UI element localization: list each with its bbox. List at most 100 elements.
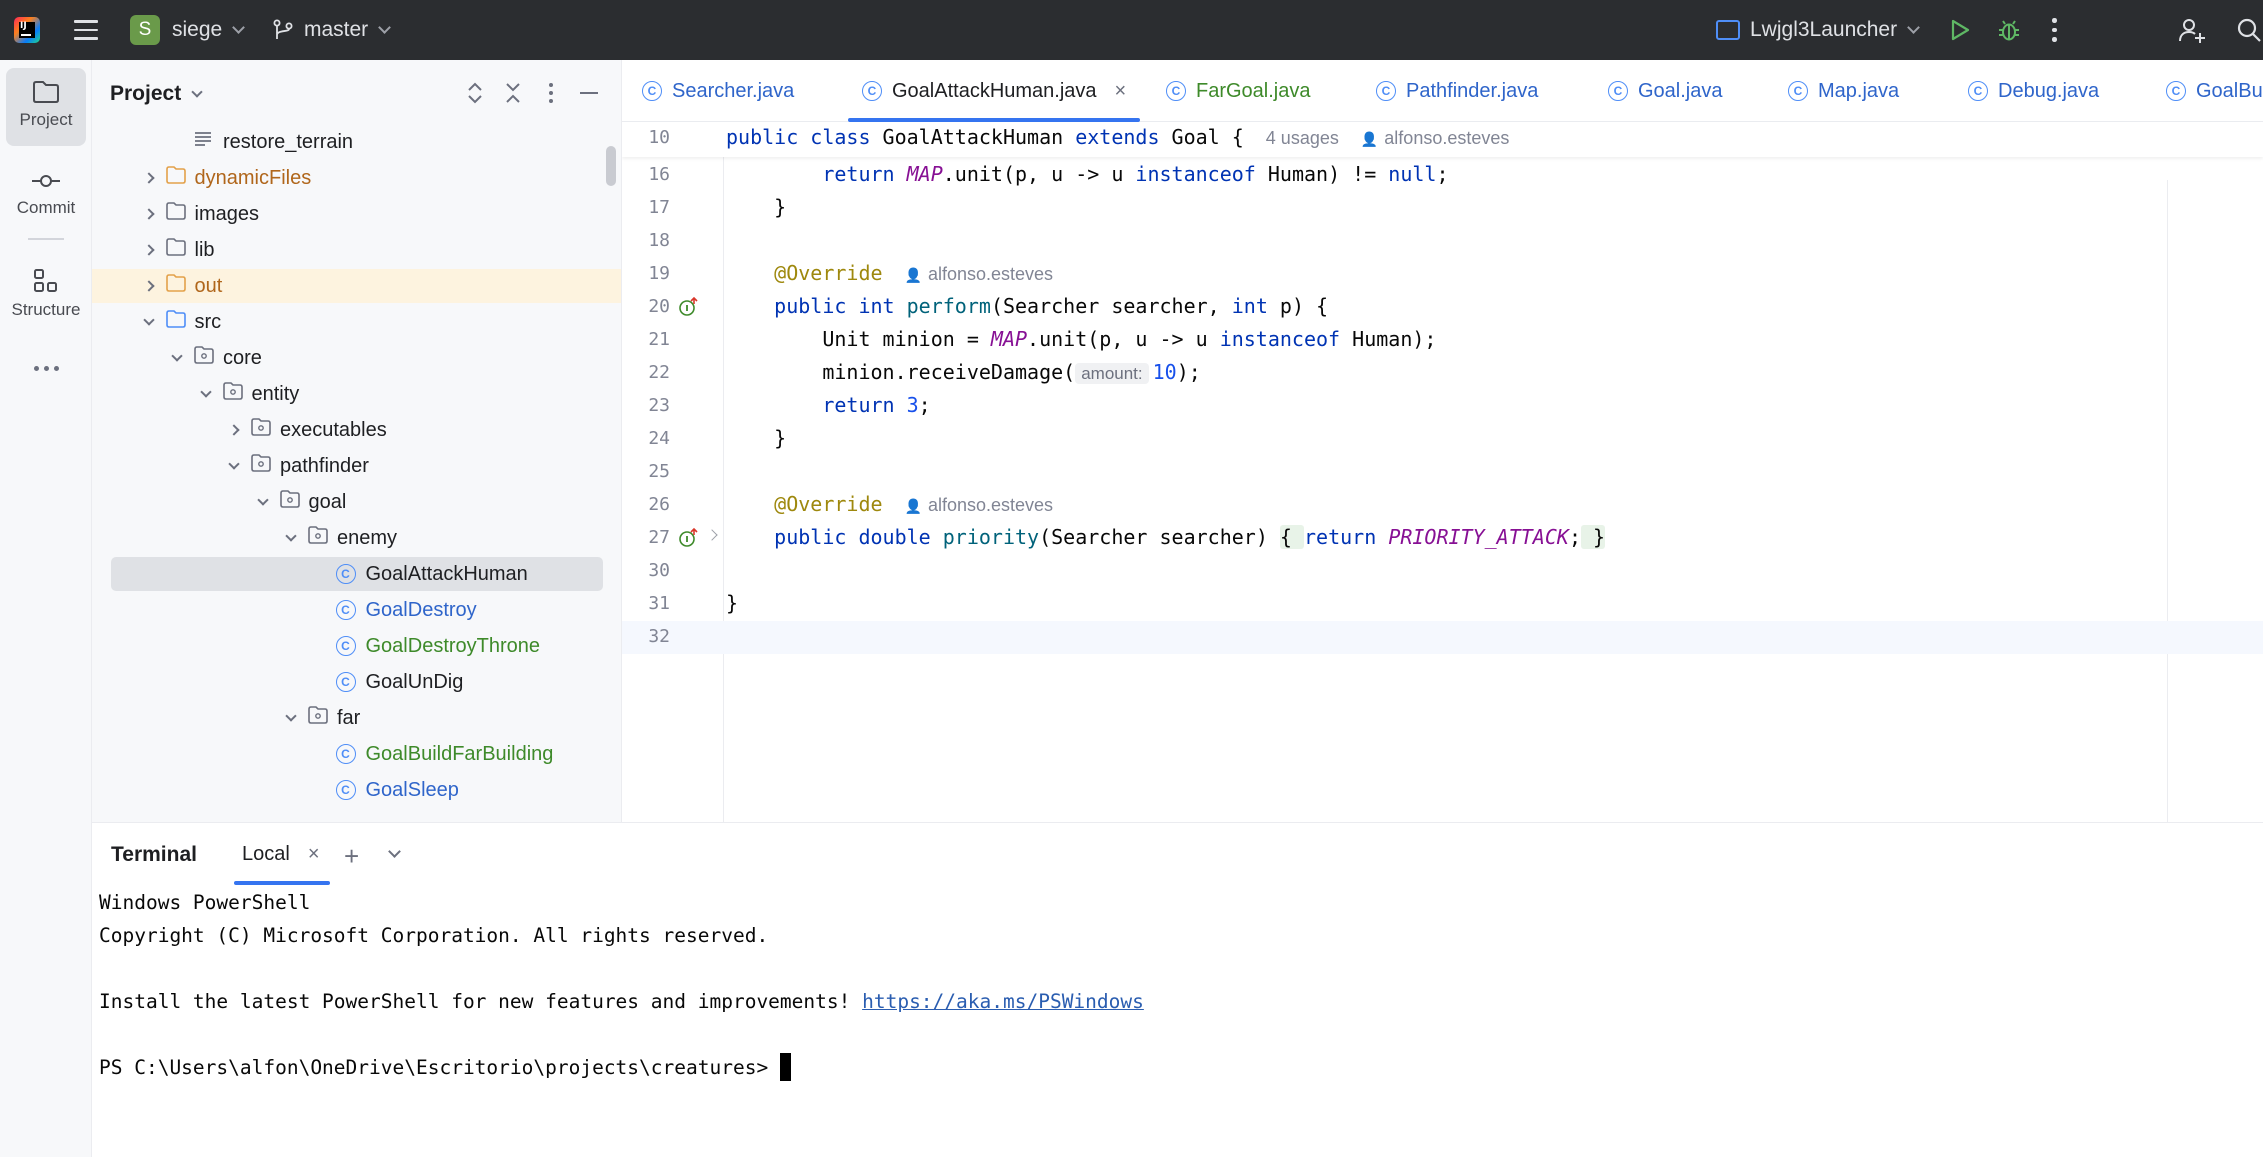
chevron-down-icon[interactable] xyxy=(281,708,301,728)
terminal-link[interactable]: https://aka.ms/PSWindows xyxy=(862,990,1144,1013)
tree-item-images[interactable]: images xyxy=(92,197,621,231)
code-row[interactable]: 17 } xyxy=(622,192,2263,225)
more-actions-button[interactable] xyxy=(2052,0,2057,60)
more-tool-windows-button[interactable] xyxy=(6,348,86,388)
tree-item-goaldestroy[interactable]: C GoalDestroy xyxy=(92,593,621,627)
chevron-right-icon[interactable] xyxy=(139,240,159,260)
editor-tab-fargoal-java[interactable]: C FarGoal.java xyxy=(1166,60,1311,122)
chevron-down-icon[interactable] xyxy=(167,348,187,368)
tree-item-core[interactable]: core xyxy=(92,341,621,375)
main-menu-button[interactable] xyxy=(74,0,98,60)
terminal-options-chevron-icon[interactable] xyxy=(388,845,401,858)
hamburger-icon xyxy=(74,20,98,40)
search-everywhere-button[interactable] xyxy=(2236,0,2262,60)
tree-item-goalattackhuman[interactable]: C GoalAttackHuman xyxy=(111,557,603,591)
tree-item-goalbuildfarbuilding[interactable]: C GoalBuildFarBuilding xyxy=(92,737,621,771)
tree-item-goal[interactable]: goal xyxy=(92,485,621,519)
code-row[interactable]: 19 @Override 👤 alfonso.esteves xyxy=(622,258,2263,291)
code-row[interactable]: 23 return 3; xyxy=(622,390,2263,423)
chevron-down-icon[interactable] xyxy=(139,312,159,332)
project-tree-scrollbar[interactable] xyxy=(606,146,616,186)
code-line: return 3; xyxy=(822,393,931,417)
chevron-down-icon[interactable] xyxy=(253,492,273,512)
code-row[interactable]: 16 return MAP.unit(p, u -> u instanceof … xyxy=(622,159,2263,192)
folder-icon xyxy=(165,237,187,263)
chevron-right-icon[interactable] xyxy=(139,204,159,224)
editor-tab-pathfinder-java[interactable]: C Pathfinder.java xyxy=(1376,60,1538,122)
code-row[interactable]: 24 } xyxy=(622,423,2263,456)
code-row[interactable]: 31 } xyxy=(622,588,2263,621)
code-row[interactable]: 22 minion.receiveDamage(amount: 10); xyxy=(622,357,2263,390)
tree-item-goaldestroythrone[interactable]: C GoalDestroyThrone xyxy=(92,629,621,663)
project-tool-button[interactable]: Project xyxy=(6,68,86,146)
app-logo[interactable]: IJ xyxy=(14,0,40,60)
code-row[interactable]: 30 xyxy=(622,555,2263,588)
collapse-all-button[interactable] xyxy=(500,80,526,106)
chevron-down-icon[interactable] xyxy=(224,456,244,476)
structure-tool-button[interactable]: Structure xyxy=(6,260,86,332)
tree-item-lib[interactable]: lib xyxy=(92,233,621,267)
tree-item-far[interactable]: far xyxy=(92,701,621,735)
terminal-prompt-line[interactable]: PS C:\Users\alfon\OneDrive\Escritorio\pr… xyxy=(99,1052,792,1081)
line-number: 31 xyxy=(648,593,670,614)
tree-item-executables[interactable]: executables xyxy=(92,413,621,447)
editor-tab-map-java[interactable]: C Map.java xyxy=(1788,60,1899,122)
tree-item-out[interactable]: out xyxy=(92,269,621,303)
tree-item-goalsleep[interactable]: C GoalSleep xyxy=(92,773,621,807)
tree-item-entity[interactable]: entity xyxy=(92,377,621,411)
code-row[interactable]: 25 xyxy=(622,456,2263,489)
run-config-name: Lwjgl3Launcher xyxy=(1750,18,1898,41)
expand-all-button[interactable] xyxy=(462,80,488,106)
editor-tab-goalbu[interactable]: C GoalBu xyxy=(2166,60,2263,122)
commit-tool-button[interactable]: Commit xyxy=(6,162,86,232)
project-selector[interactable]: S siege xyxy=(130,0,246,60)
debug-button[interactable] xyxy=(1996,0,2022,60)
fold-chevron-icon[interactable] xyxy=(706,529,718,541)
code-row[interactable]: 27 public double priority(Searcher searc… xyxy=(622,522,2263,555)
main-toolbar: IJ S siege master Lwjgl3Launcher xyxy=(0,0,2263,60)
hide-panel-button[interactable] xyxy=(576,80,602,106)
code-line: return MAP.unit(p, u -> u instanceof Hum… xyxy=(822,162,1449,186)
editor-tab-goal-java[interactable]: C Goal.java xyxy=(1608,60,1723,122)
author-hint[interactable]: 👤 alfonso.esteves xyxy=(905,495,1054,515)
tree-item-restore-terrain[interactable]: restore_terrain xyxy=(92,125,621,159)
close-icon[interactable]: × xyxy=(1115,80,1127,103)
code-with-me-button[interactable] xyxy=(2178,0,2206,60)
implements-method-icon[interactable] xyxy=(678,296,700,318)
editor-tab-debug-java[interactable]: C Debug.java xyxy=(1968,60,2099,122)
run-configuration-selector[interactable]: Lwjgl3Launcher xyxy=(1716,0,1920,60)
chevron-down-icon[interactable] xyxy=(196,384,216,404)
run-button[interactable] xyxy=(1948,0,1972,60)
tree-item-label: out xyxy=(194,274,223,297)
chevron-right-icon[interactable] xyxy=(139,168,159,188)
tree-item-dynamicfiles[interactable]: dynamicFiles xyxy=(92,161,621,195)
panel-options-button[interactable] xyxy=(538,80,564,106)
code-row[interactable]: 20 public int perform(Searcher searcher,… xyxy=(622,291,2263,324)
chevron-down-icon[interactable] xyxy=(281,528,301,548)
chevron-down-icon xyxy=(1907,21,1920,34)
implements-method-icon[interactable] xyxy=(678,527,700,549)
chevron-right-icon[interactable] xyxy=(139,276,159,296)
editor-tab-goalattackhuman-java[interactable]: C GoalAttackHuman.java × xyxy=(848,60,1141,122)
tree-item-pathfinder[interactable]: pathfinder xyxy=(92,449,621,483)
author-name: alfonso.esteves xyxy=(927,495,1054,515)
code-row[interactable]: 26 @Override 👤 alfonso.esteves xyxy=(622,489,2263,522)
tree-item-enemy[interactable]: enemy xyxy=(92,521,621,555)
editor-tab-searcher-java[interactable]: C Searcher.java xyxy=(642,60,794,122)
code-row[interactable]: 18 xyxy=(622,225,2263,258)
usages-hint[interactable]: 4 usages xyxy=(1266,128,1339,148)
sticky-line[interactable]: 10 public class GoalAttackHuman extends … xyxy=(622,122,2263,157)
close-icon[interactable]: × xyxy=(308,843,320,866)
branch-selector[interactable]: master xyxy=(272,0,392,60)
editor-tab-label: Pathfinder.java xyxy=(1406,79,1539,102)
tree-item-src[interactable]: src xyxy=(92,305,621,339)
new-terminal-button[interactable]: + xyxy=(344,841,359,872)
current-code-row[interactable]: 32 xyxy=(622,621,2263,654)
author-hint[interactable]: 👤 alfonso.esteves xyxy=(1361,128,1510,148)
terminal-tab-local[interactable]: Local × xyxy=(234,823,330,885)
project-view-selector[interactable]: Project xyxy=(110,82,203,106)
code-row[interactable]: 21 Unit minion = MAP.unit(p, u -> u inst… xyxy=(622,324,2263,357)
author-hint[interactable]: 👤 alfonso.esteves xyxy=(905,264,1054,284)
tree-item-goalundig[interactable]: C GoalUnDig xyxy=(92,665,621,699)
chevron-right-icon[interactable] xyxy=(224,420,244,440)
